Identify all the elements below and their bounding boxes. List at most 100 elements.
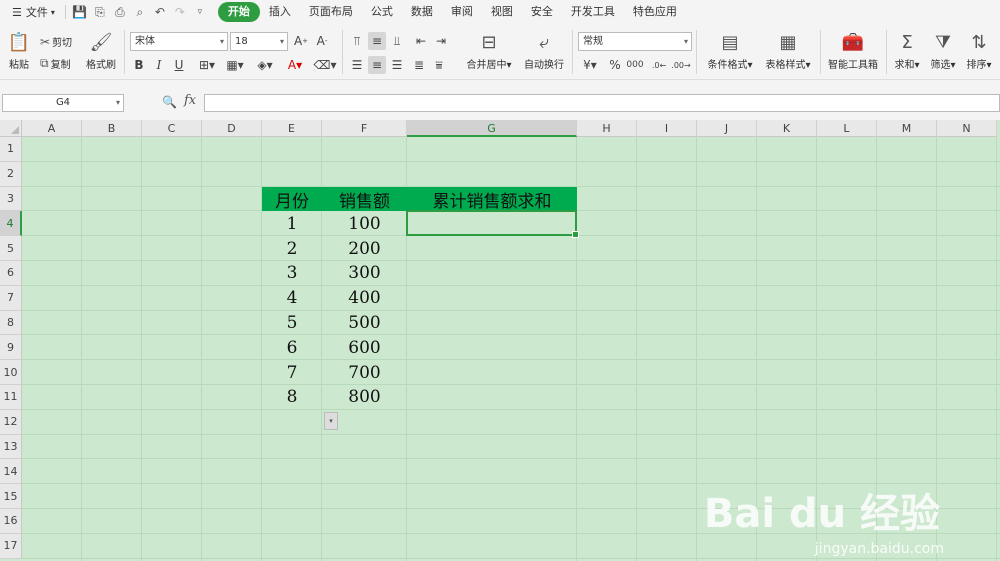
month-cell[interactable]: 4 (262, 286, 322, 311)
font-color-icon[interactable]: A▾ (282, 56, 308, 74)
clear-format-icon[interactable]: ⌫▾ (312, 56, 338, 74)
column-header-E[interactable]: E (262, 120, 322, 137)
border-icon[interactable]: ⊞▾ (194, 56, 220, 74)
column-header-I[interactable]: I (637, 120, 697, 137)
format-painter-button[interactable]: 🖌 格式刷 (82, 30, 120, 74)
number-format-select[interactable]: 常规 ▾ (578, 32, 692, 51)
row-header-12[interactable]: 12 (0, 409, 22, 435)
column-header-H[interactable]: H (577, 120, 637, 137)
tab-4[interactable]: 数据 (402, 2, 442, 22)
print-preview-icon[interactable]: ⌕ (130, 2, 150, 22)
tab-0[interactable]: 开始 (217, 2, 260, 22)
row-header-15[interactable]: 15 (0, 484, 22, 509)
fill-pattern-icon[interactable]: ▦▾ (222, 56, 248, 74)
month-cell[interactable]: 2 (262, 236, 322, 261)
row-header-3[interactable]: 3 (0, 186, 22, 212)
column-header-D[interactable]: D (202, 120, 262, 137)
column-header-M[interactable]: M (877, 120, 937, 137)
spreadsheet-grid[interactable]: A B C D E F G H I J K L M N 1 2 3 4 5 6 7 8 9 10 11 12 13 14 15 16 17 月… (0, 120, 1000, 561)
tab-6[interactable]: 视图 (482, 2, 522, 22)
merge-center-button[interactable]: ⊟ 合并居中▾ (462, 30, 516, 74)
row-header-1[interactable]: 1 (0, 137, 22, 162)
column-header-L[interactable]: L (817, 120, 877, 137)
header-cell[interactable]: 累计销售额求和 (407, 186, 577, 212)
paste-button[interactable]: 📋 粘贴 (2, 30, 36, 74)
bold-icon[interactable]: B (130, 56, 148, 74)
distribute-icon[interactable]: ⩸ (430, 56, 448, 74)
row-header-11[interactable]: 11 (0, 385, 22, 410)
fill-color-icon[interactable]: ◈▾ (252, 56, 278, 74)
table-style-button[interactable]: ▦ 表格样式▾ (760, 30, 816, 74)
percent-icon[interactable]: % (606, 56, 624, 74)
column-header-C[interactable]: C (142, 120, 202, 137)
wrap-text-button[interactable]: ⤶ 自动换行 (520, 30, 568, 74)
align-right-icon[interactable]: ☰ (388, 56, 406, 74)
column-header-G[interactable]: G (407, 120, 577, 137)
month-cell[interactable]: 8 (262, 385, 322, 410)
thousands-icon[interactable]: 000 (626, 56, 644, 74)
row-header-14[interactable]: 14 (0, 459, 22, 485)
sales-cell[interactable]: 700 (322, 360, 407, 385)
customize-icon[interactable]: ▿ (190, 2, 210, 22)
tab-7[interactable]: 安全 (522, 2, 562, 22)
align-middle-icon[interactable]: ≡ (368, 32, 386, 50)
output-icon[interactable]: ⎘ (90, 2, 110, 22)
save-icon[interactable]: 💾 (70, 2, 90, 22)
sales-cell[interactable]: 100 (322, 211, 407, 236)
cut-button[interactable]: ✂ 剪切 (40, 34, 72, 50)
increase-decimal-icon[interactable]: .0← (650, 56, 668, 74)
tab-9[interactable]: 特色应用 (624, 2, 686, 22)
selected-cell-border[interactable] (406, 210, 579, 238)
sales-cell[interactable]: 800 (322, 385, 407, 410)
column-header-F[interactable]: F (322, 120, 407, 137)
row-header-16[interactable]: 16 (0, 509, 22, 534)
font-size-select[interactable]: 18 ▾ (230, 32, 288, 51)
sales-cell[interactable]: 600 (322, 335, 407, 360)
copy-button[interactable]: ⧉ 复制 (40, 56, 71, 71)
month-cell[interactable]: 7 (262, 360, 322, 385)
select-all-corner[interactable] (0, 120, 22, 137)
italic-icon[interactable]: I (150, 56, 168, 74)
decrease-decimal-icon[interactable]: .00→ (671, 56, 690, 74)
sum-button[interactable]: Σ 求和▾ (890, 30, 924, 74)
sort-button[interactable]: ⇅ 排序▾ (962, 30, 996, 74)
column-header-N[interactable]: N (937, 120, 997, 137)
autofill-options-icon[interactable]: ▾ (324, 411, 338, 430)
sales-cell[interactable]: 400 (322, 286, 407, 311)
print-icon[interactable]: ⎙ (110, 2, 130, 22)
justify-icon[interactable]: ≣ (410, 56, 428, 74)
conditional-format-button[interactable]: ▤ 条件格式▾ (702, 30, 758, 74)
filter-button[interactable]: ⧩ 筛选▾ (926, 30, 960, 74)
increase-font-icon[interactable]: A + (292, 32, 310, 50)
decrease-font-icon[interactable]: A- (313, 32, 331, 50)
zoom-icon[interactable]: 🔍 (162, 95, 177, 109)
month-cell[interactable]: 1 (262, 211, 322, 236)
row-header-7[interactable]: 7 (0, 285, 22, 311)
row-header-10[interactable]: 10 (0, 360, 22, 385)
row-header-9[interactable]: 9 (0, 335, 22, 361)
row-header-17[interactable]: 17 (0, 533, 22, 559)
column-header-K[interactable]: K (757, 120, 817, 137)
month-cell[interactable]: 5 (262, 311, 322, 336)
column-header-B[interactable]: B (82, 120, 142, 137)
tab-3[interactable]: 公式 (362, 2, 402, 22)
fx-icon[interactable]: fx (184, 93, 196, 108)
row-header-5[interactable]: 5 (0, 236, 22, 261)
tab-8[interactable]: 开发工具 (562, 2, 624, 22)
sales-cell[interactable]: 200 (322, 236, 407, 261)
header-cell[interactable]: 销售额 (322, 186, 407, 212)
increase-indent-icon[interactable]: ⇥ (432, 32, 450, 50)
align-bottom-icon[interactable]: ⫫ (388, 32, 406, 50)
decrease-indent-icon[interactable]: ⇤ (412, 32, 430, 50)
month-cell[interactable]: 3 (262, 261, 322, 286)
tab-5[interactable]: 审阅 (442, 2, 482, 22)
name-box[interactable]: G4 ▾ (2, 94, 124, 112)
header-cell[interactable]: 月份 (262, 186, 322, 212)
row-header-4[interactable]: 4 (0, 211, 22, 237)
tab-1[interactable]: 插入 (260, 2, 300, 22)
formula-input[interactable] (204, 94, 1000, 112)
align-left-icon[interactable]: ☰ (348, 56, 366, 74)
align-top-icon[interactable]: ⫪ (348, 32, 366, 50)
redo-icon[interactable]: ↷ (170, 2, 190, 22)
currency-icon[interactable]: ¥▾ (578, 56, 602, 74)
